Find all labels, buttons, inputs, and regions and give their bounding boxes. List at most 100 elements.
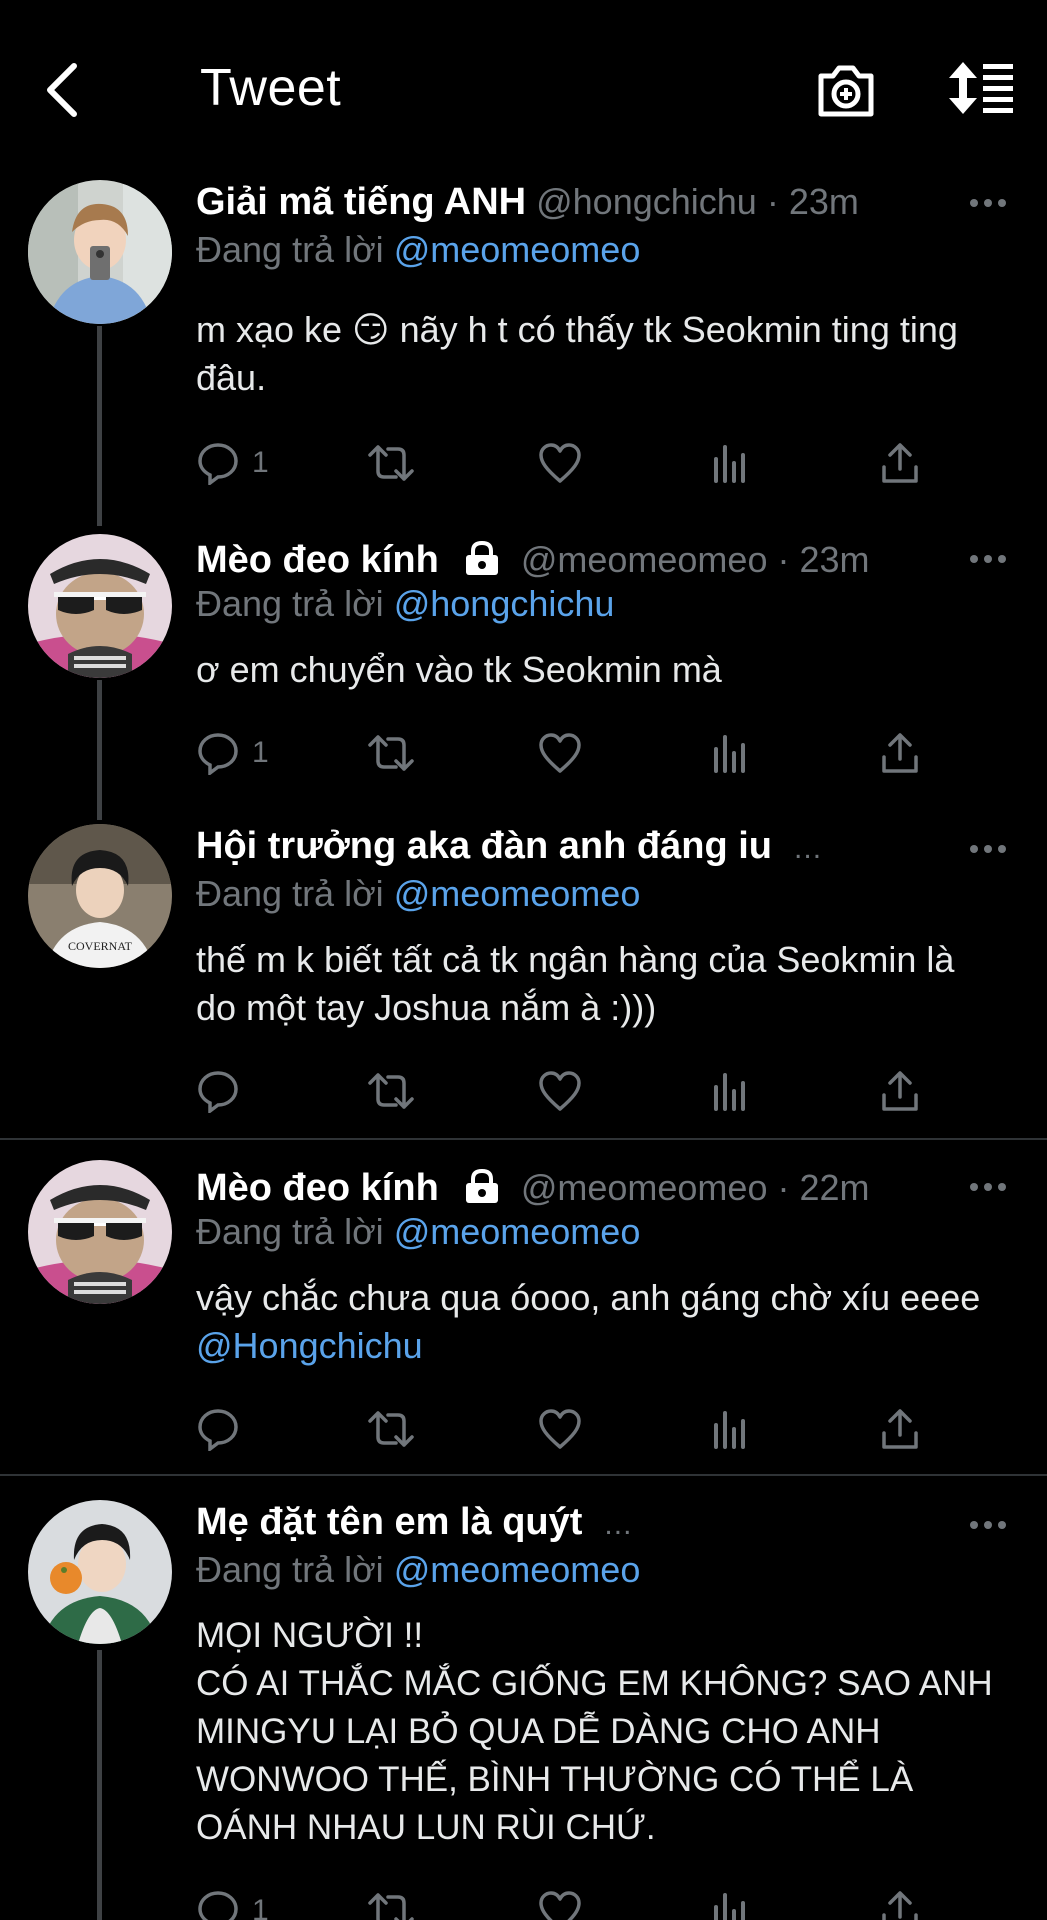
more-options-button[interactable] (968, 1518, 1008, 1532)
tweet-item[interactable]: Giải mã tiếng ANH @hongchichu · 23m Đang… (0, 0, 1047, 520)
retweet-button[interactable] (366, 1066, 416, 1116)
share-button[interactable] (878, 1404, 922, 1454)
more-dots-icon (970, 199, 1006, 207)
avatar[interactable] (28, 180, 172, 324)
display-name[interactable]: Mèo đeo kính (196, 539, 439, 581)
heart-icon (539, 1891, 581, 1920)
retweet-icon (368, 1411, 414, 1447)
replying-to-handle[interactable]: @hongchichu (394, 583, 615, 624)
analytics-button[interactable] (708, 728, 752, 778)
truncation-ellipsis: ... (604, 1508, 633, 1541)
replying-to-handle[interactable]: @meomeomeo (394, 1211, 641, 1252)
replying-to: Đang trả lời @meomeomeo (196, 228, 640, 272)
more-dots-icon (970, 845, 1006, 853)
timestamp: 22m (799, 1167, 870, 1208)
tweet-header: Giải mã tiếng ANH @hongchichu · 23m (196, 180, 859, 224)
tweet-header: Mèo đeo kính @meomeomeo · 23m (196, 538, 870, 582)
tweet-item[interactable]: Mèo đeo kính @meomeomeo · 22m Đang trả l… (0, 1140, 1047, 1474)
replying-to-handle[interactable]: @meomeomeo (394, 1549, 641, 1590)
replying-to-label: Đang trả lời (196, 229, 384, 270)
heart-icon (539, 733, 581, 773)
replying-to-handle[interactable]: @meomeomeo (394, 873, 641, 914)
retweet-icon (368, 445, 414, 481)
display-name[interactable]: Hội trưởng aka đàn anh đáng iu (196, 825, 772, 867)
reply-count: 1 (252, 446, 269, 479)
retweet-button[interactable] (366, 1886, 416, 1920)
more-options-button[interactable] (968, 1180, 1008, 1194)
retweet-icon (368, 735, 414, 771)
tweet-item[interactable]: Mẹ đặt tên em là quýt ... Đang trả lời @… (0, 1476, 1047, 1920)
heart-icon (539, 1071, 581, 1111)
retweet-button[interactable] (366, 728, 416, 778)
reply-bubble-icon (198, 733, 238, 775)
analytics-bars-icon (714, 1411, 745, 1449)
tweet-item[interactable]: Mèo đeo kính @meomeomeo · 23m Đang trả l… (0, 520, 1047, 820)
tweet-header: Hội trưởng aka đàn anh đáng iu ... (196, 824, 822, 871)
share-button[interactable] (878, 1066, 922, 1116)
tweet-header: Mẹ đặt tên em là quýt ... (196, 1500, 632, 1547)
analytics-button[interactable] (708, 438, 752, 488)
display-name[interactable]: Giải mã tiếng ANH (196, 181, 526, 223)
like-button[interactable] (538, 1066, 582, 1116)
tweet-actions (196, 1066, 918, 1116)
replying-to: Đang trả lời @meomeomeo (196, 1548, 640, 1592)
tweet-actions: 1 (196, 1886, 918, 1920)
timestamp: 23m (788, 181, 859, 222)
more-options-button[interactable] (968, 552, 1008, 566)
retweet-button[interactable] (366, 1404, 416, 1454)
separator-dot: · (777, 1167, 790, 1208)
analytics-bars-icon (714, 1893, 745, 1920)
like-button[interactable] (538, 1404, 582, 1454)
tweet-actions (196, 1404, 918, 1454)
user-handle[interactable]: @hongchichu (536, 181, 757, 222)
replying-to: Đang trả lời @hongchichu (196, 582, 614, 626)
analytics-button[interactable] (708, 1404, 752, 1454)
avatar[interactable]: COVERNAT (28, 824, 172, 968)
reply-button[interactable] (196, 1066, 240, 1116)
more-dots-icon (970, 1183, 1006, 1191)
reply-bubble-icon (198, 1409, 238, 1451)
reply-button[interactable] (196, 1404, 240, 1454)
reply-button[interactable]: 1 (196, 438, 269, 488)
tweet-actions: 1 (196, 728, 918, 778)
cat-avatar-icon (28, 534, 172, 678)
avatar[interactable] (28, 1500, 172, 1644)
avatar[interactable] (28, 534, 172, 678)
reply-button[interactable]: 1 (196, 1886, 269, 1920)
reply-button[interactable]: 1 (196, 728, 269, 778)
tweet-item[interactable]: COVERNAT Hội trưởng aka đàn anh đáng iu … (0, 820, 1047, 1138)
user-handle[interactable]: @meomeomeo (521, 1167, 768, 1208)
analytics-bars-icon (714, 735, 745, 773)
analytics-button[interactable] (708, 1886, 752, 1920)
more-options-button[interactable] (968, 196, 1008, 210)
tweet-header: Mèo đeo kính @meomeomeo · 22m (196, 1166, 870, 1210)
reply-bubble-icon (198, 1891, 238, 1920)
replying-to: Đang trả lời @meomeomeo (196, 872, 640, 916)
mention-link[interactable]: @Hongchichu (196, 1325, 423, 1366)
lock-icon (465, 1168, 498, 1203)
more-options-button[interactable] (968, 842, 1008, 856)
more-dots-icon (970, 1521, 1006, 1529)
like-button[interactable] (538, 728, 582, 778)
timestamp: 23m (799, 539, 870, 580)
display-name[interactable]: Mẹ đặt tên em là quýt (196, 1501, 582, 1543)
share-upload-icon (882, 1409, 918, 1449)
share-upload-icon (882, 1891, 918, 1920)
reply-count: 1 (252, 1894, 269, 1920)
share-button[interactable] (878, 1886, 922, 1920)
cat-avatar-icon (28, 1160, 172, 1304)
share-button[interactable] (878, 728, 922, 778)
tweet-text: thế m k biết tất cả tk ngân hàng của Seo… (196, 939, 955, 1028)
analytics-button[interactable] (708, 1066, 752, 1116)
replying-to-handle[interactable]: @meomeomeo (394, 229, 641, 270)
like-button[interactable] (538, 1886, 582, 1920)
display-name[interactable]: Mèo đeo kính (196, 1167, 439, 1209)
like-button[interactable] (538, 438, 582, 488)
svg-text:COVERNAT: COVERNAT (68, 939, 133, 953)
user-handle[interactable]: @meomeomeo (521, 539, 768, 580)
avatar[interactable] (28, 1160, 172, 1304)
share-button[interactable] (878, 438, 922, 488)
more-dots-icon (970, 555, 1006, 563)
retweet-button[interactable] (366, 438, 416, 488)
share-upload-icon (882, 443, 918, 483)
